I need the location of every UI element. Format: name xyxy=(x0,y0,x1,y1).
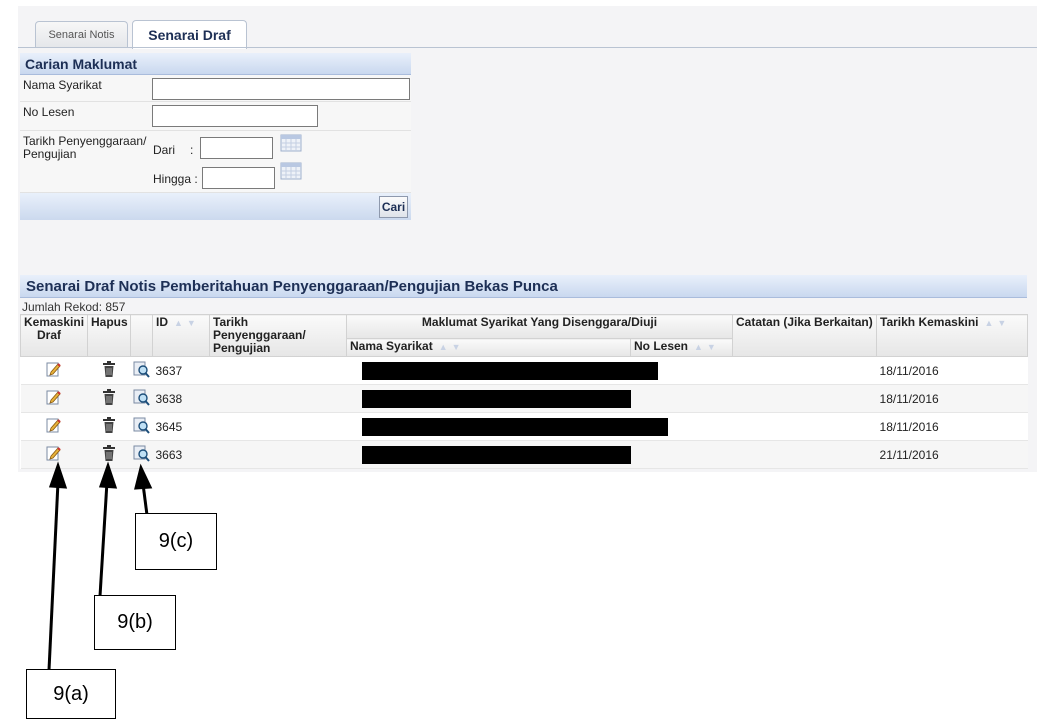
arrow-9a-head xyxy=(48,461,68,489)
callout-9b: 9(b) xyxy=(94,595,176,650)
callout-9a: 9(a) xyxy=(26,669,116,719)
arrow-9c-head xyxy=(134,463,153,490)
arrow-9b-head xyxy=(98,461,118,489)
callout-9c: 9(c) xyxy=(135,513,217,570)
arrow-9a-line xyxy=(47,481,60,671)
arrow-9b-line xyxy=(98,481,109,597)
